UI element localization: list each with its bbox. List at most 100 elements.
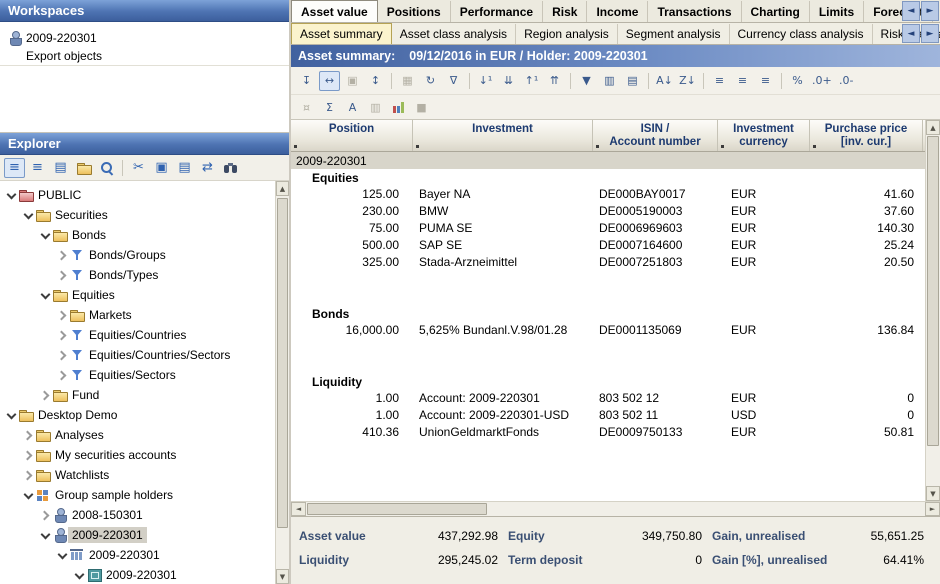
chevron-down-icon[interactable] xyxy=(21,485,35,505)
analysis-icon[interactable]: ▥ xyxy=(599,71,620,91)
tree-item-desktop-demo[interactable]: Desktop Demo xyxy=(0,405,289,425)
tab-asset-value[interactable]: Asset value xyxy=(291,0,378,22)
report-icon[interactable]: ▤ xyxy=(622,71,643,91)
tab-risk[interactable]: Risk xyxy=(543,1,587,22)
scroll-down-button[interactable]: ▼ xyxy=(926,486,940,501)
chevron-down-icon[interactable] xyxy=(38,525,52,545)
tree-view-icon[interactable]: ≡ xyxy=(4,158,25,178)
tab-performance[interactable]: Performance xyxy=(451,1,543,22)
tree-item-2009-220301[interactable]: 2009-220301 xyxy=(0,545,289,565)
chevron-right-icon[interactable] xyxy=(55,345,69,365)
position-row[interactable]: 16,000.005,625% Bundanl.V.98/01.28DE0001… xyxy=(291,322,925,339)
tree-item-bonds[interactable]: Bonds xyxy=(0,225,289,245)
chevron-right-icon[interactable] xyxy=(55,245,69,265)
tab-positions[interactable]: Positions xyxy=(378,1,451,22)
align-right-icon[interactable]: ≡ xyxy=(755,71,776,91)
chevron-down-icon[interactable] xyxy=(38,285,52,305)
scroll-right-button[interactable]: ► xyxy=(925,502,940,516)
tree-item-fund[interactable]: Fund xyxy=(0,385,289,405)
search-icon[interactable] xyxy=(96,158,117,178)
settings-icon[interactable]: ⇄ xyxy=(197,158,218,178)
chevron-right-icon[interactable] xyxy=(38,385,52,405)
subtab-segment-analysis[interactable]: Segment analysis xyxy=(618,24,730,44)
vertical-scrollbar[interactable]: ▲ ▼ xyxy=(925,120,940,501)
section-row-equities[interactable]: Equities xyxy=(291,169,925,186)
chevron-right-icon[interactable] xyxy=(55,265,69,285)
drill-up-one-icon[interactable]: ↑¹ xyxy=(521,71,542,91)
scroll-down-button[interactable]: ▼ xyxy=(276,569,289,584)
chevron-right-icon[interactable] xyxy=(21,425,35,445)
column-header-investment[interactable]: Investment xyxy=(413,120,593,151)
position-row[interactable]: 325.00Stada-ArzneimittelDE0007251803EUR2… xyxy=(291,254,925,271)
position-row[interactable]: 75.00PUMA SEDE0006969603EUR140.30 xyxy=(291,220,925,237)
subtab-asset-class-analysis[interactable]: Asset class analysis xyxy=(392,24,516,44)
scroll-up-button[interactable]: ▲ xyxy=(926,120,940,135)
subtab-currency-class-analysis[interactable]: Currency class analysis xyxy=(730,24,873,44)
tree-item-equities-countries-sectors[interactable]: Equities/Countries/Sectors xyxy=(0,345,289,365)
tree-item-watchlists[interactable]: Watchlists xyxy=(0,465,289,485)
subtab-asset-summary[interactable]: Asset summary xyxy=(291,23,392,44)
list-view-icon[interactable]: ≡ xyxy=(27,158,48,178)
chevron-down-icon[interactable] xyxy=(4,405,18,425)
section-row-liquidity[interactable]: Liquidity xyxy=(291,373,925,390)
chevron-right-icon[interactable] xyxy=(21,465,35,485)
section-row-bonds[interactable]: Bonds xyxy=(291,305,925,322)
percent-icon[interactable]: % xyxy=(787,71,808,91)
sort-descending-icon[interactable]: Z↓ xyxy=(677,71,698,91)
scroll-up-button[interactable]: ▲ xyxy=(276,181,289,196)
tree-item-my-securities-accounts[interactable]: My securities accounts xyxy=(0,445,289,465)
tree-item-markets[interactable]: Markets xyxy=(0,305,289,325)
workspace-item-export-objects[interactable]: Export objects xyxy=(0,47,289,66)
filter-icon[interactable]: ∇ xyxy=(443,71,464,91)
align-center-icon[interactable]: ≡ xyxy=(732,71,753,91)
align-left-icon[interactable]: ≡ xyxy=(709,71,730,91)
chevron-down-icon[interactable] xyxy=(55,545,69,565)
refresh-icon[interactable]: ↻ xyxy=(420,71,441,91)
tree-item-bonds-types[interactable]: Bonds/Types xyxy=(0,265,289,285)
column-header-isin[interactable]: ISIN / Account number xyxy=(593,120,718,151)
chevron-right-icon[interactable] xyxy=(55,325,69,345)
chart-icon[interactable] xyxy=(388,97,409,117)
new-folder-icon[interactable] xyxy=(73,158,94,178)
tree-item-2009-220301[interactable]: 2009-220301 xyxy=(0,565,289,584)
chevron-down-icon[interactable] xyxy=(38,225,52,245)
tree-item-securities[interactable]: Securities xyxy=(0,205,289,225)
subtab-scroll-right-button[interactable]: ► xyxy=(921,24,939,43)
tab-limits[interactable]: Limits xyxy=(810,1,864,22)
drill-down-all-icon[interactable]: ⇊ xyxy=(498,71,519,91)
position-row[interactable]: 500.00SAP SEDE0007164600EUR25.24 xyxy=(291,237,925,254)
chevron-right-icon[interactable] xyxy=(21,445,35,465)
tree-scroll-thumb[interactable] xyxy=(277,198,288,528)
subtab-region-analysis[interactable]: Region analysis xyxy=(516,24,618,44)
copy-icon[interactable]: ▣ xyxy=(151,158,172,178)
column-header-position[interactable]: Position xyxy=(291,120,413,151)
tree-item-equities[interactable]: Equities xyxy=(0,285,289,305)
tab-scroll-left-button[interactable]: ◄ xyxy=(902,1,920,21)
fit-columns-icon[interactable]: ↔ xyxy=(319,71,340,91)
tab-charting[interactable]: Charting xyxy=(742,1,810,22)
position-row[interactable]: 230.00BMWDE0005190003EUR37.60 xyxy=(291,203,925,220)
column-header-purchase-price[interactable]: Purchase price [inv. cur.] xyxy=(810,120,923,151)
tab-scroll-right-button[interactable]: ► xyxy=(921,1,939,21)
subtab-scroll-left-button[interactable]: ◄ xyxy=(902,24,920,43)
drill-up-all-icon[interactable]: ⇈ xyxy=(544,71,565,91)
find-icon[interactable] xyxy=(220,158,241,178)
tree-item-bonds-groups[interactable]: Bonds/Groups xyxy=(0,245,289,265)
tree-item-equities-sectors[interactable]: Equities/Sectors xyxy=(0,365,289,385)
tree-item-equities-countries[interactable]: Equities/Countries xyxy=(0,325,289,345)
chevron-right-icon[interactable] xyxy=(55,365,69,385)
chevron-down-icon[interactable] xyxy=(4,185,18,205)
horizontal-scroll-thumb[interactable] xyxy=(307,503,487,515)
tree-item-public[interactable]: PUBLIC xyxy=(0,185,289,205)
group-row[interactable]: 2009-220301 xyxy=(291,152,925,169)
sort-ascending-icon[interactable]: A↓ xyxy=(654,71,675,91)
chevron-down-icon[interactable] xyxy=(21,205,35,225)
fit-rows-icon[interactable]: ↕ xyxy=(365,71,386,91)
add-decimal-icon[interactable]: .0+ xyxy=(810,71,834,91)
chevron-right-icon[interactable] xyxy=(55,305,69,325)
tree-scrollbar[interactable]: ▲ ▼ xyxy=(275,181,289,584)
tab-income[interactable]: Income xyxy=(587,1,648,22)
position-row[interactable]: 1.00Account: 2009-220301803 502 12EUR0 xyxy=(291,390,925,407)
scroll-left-button[interactable]: ◄ xyxy=(291,502,306,516)
scroll-to-end-icon[interactable]: ▼ xyxy=(576,71,597,91)
